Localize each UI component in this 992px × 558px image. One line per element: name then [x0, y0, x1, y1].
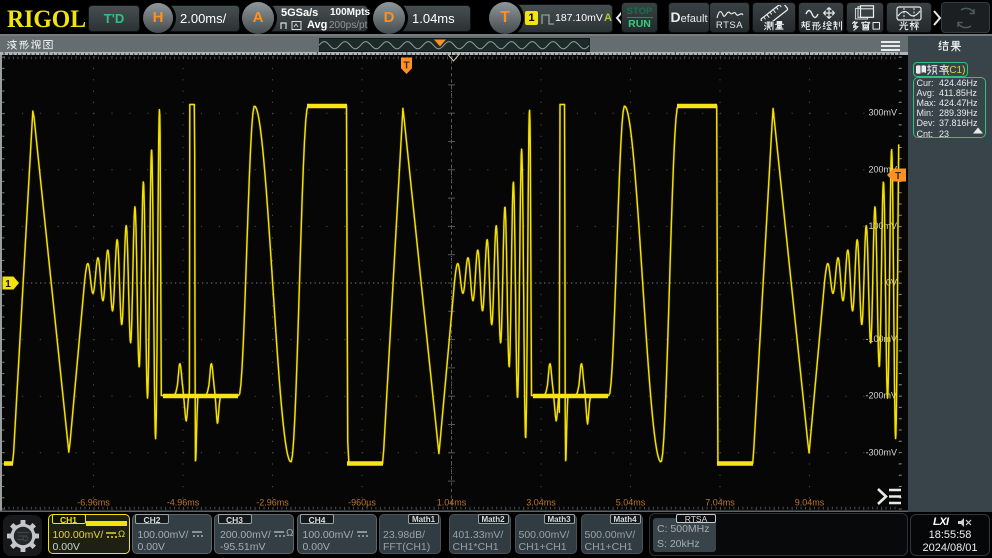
- svg-text:-2.96ms: -2.96ms: [256, 498, 289, 508]
- svg-text:T: T: [403, 61, 409, 72]
- svg-text:-4.96ms: -4.96ms: [167, 498, 200, 508]
- svg-text:T: T: [895, 171, 901, 182]
- svg-text:-300mV: -300mV: [865, 447, 897, 457]
- svg-text:-6.96ms: -6.96ms: [77, 498, 110, 508]
- svg-text:9.04ms: 9.04ms: [795, 498, 825, 508]
- svg-text:3.04ms: 3.04ms: [526, 498, 556, 508]
- svg-text:7.04ms: 7.04ms: [705, 498, 735, 508]
- svg-text:1: 1: [5, 279, 11, 290]
- svg-text:1.04ms: 1.04ms: [437, 498, 467, 508]
- svg-text:5.04ms: 5.04ms: [616, 498, 646, 508]
- svg-text:-200mV: -200mV: [865, 391, 897, 401]
- svg-text:0V: 0V: [886, 278, 897, 288]
- svg-text:-960µs: -960µs: [348, 498, 376, 508]
- svg-text:300mV: 300mV: [868, 108, 897, 118]
